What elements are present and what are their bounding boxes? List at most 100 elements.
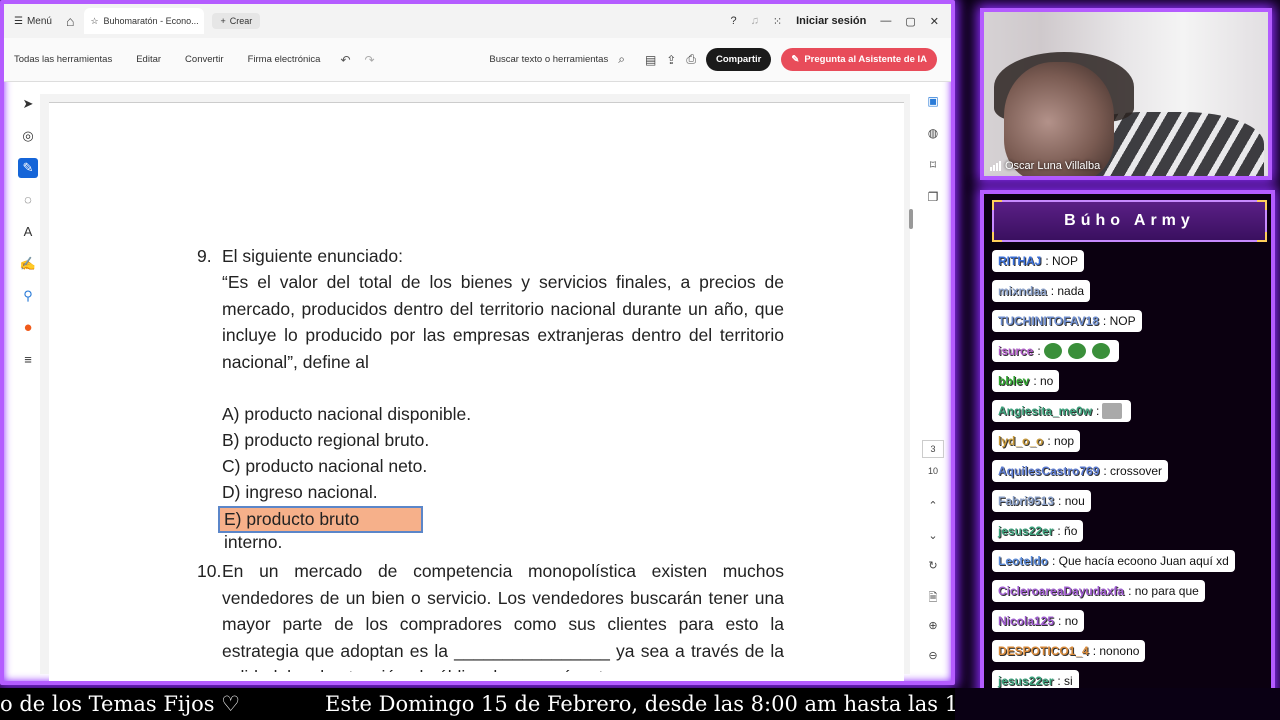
text-box-icon[interactable]: A <box>24 222 33 242</box>
menu-button[interactable]: ☰ Menú <box>14 16 52 27</box>
emote-icon <box>1067 343 1086 359</box>
chat-username[interactable]: Angiesita_me0w <box>998 404 1092 418</box>
option-c[interactable]: C) producto nacional neto. <box>222 456 427 477</box>
new-tab-label: Crear <box>229 16 253 26</box>
pdf-toolbar: Todas las herramientas Editar Convertir … <box>4 38 951 82</box>
chat-message: Leoteldo : Que hacía ecoono Juan aquí xd <box>992 550 1235 572</box>
pin-icon[interactable]: ⚲ <box>23 286 33 306</box>
apps-icon[interactable]: ⁙ <box>773 15 782 28</box>
question-10-number: 10. <box>197 561 222 581</box>
minimize-icon[interactable]: — <box>880 15 891 27</box>
window-close-icon[interactable]: ✕ <box>930 15 939 28</box>
pages-icon[interactable]: ❐ <box>928 190 939 210</box>
color-dot-icon[interactable]: ● <box>23 318 32 338</box>
chat-message: lyd_o_o: nop <box>992 430 1081 452</box>
signature-icon[interactable]: ✍ <box>20 254 36 274</box>
ai-assistant-button[interactable]: ✎ Pregunta al Asistente de IA <box>781 48 937 71</box>
bookmark-icon[interactable]: ⌑ <box>930 158 936 178</box>
chat-text: : si <box>1057 674 1073 688</box>
chat-username[interactable]: isurce <box>998 344 1033 358</box>
ticker-right-bg <box>955 688 1280 720</box>
chat-username[interactable]: AquilesCastro769 <box>998 464 1099 478</box>
ticker-text-left: o de los Temas Fijos ♡ <box>0 692 241 716</box>
chat-text: : NOP <box>1102 314 1136 328</box>
redo-icon[interactable]: ↷ <box>365 53 375 67</box>
cursor-icon[interactable]: ➤ <box>23 94 34 114</box>
vertical-scrollbar[interactable] <box>909 209 913 229</box>
chat-message: mixndaa: nada <box>992 280 1091 302</box>
share-button[interactable]: Compartir <box>705 48 772 71</box>
left-tool-rail: ➤ ◎ ✎ ◌ A ✍ ⚲ ● ≡ <box>16 94 40 399</box>
upload-icon[interactable]: ⇪ <box>666 53 676 67</box>
ticker-text-right: Este Domingo 15 de Febrero, desde las 8:… <box>325 692 955 716</box>
option-e-highlighted[interactable]: E) producto bruto interno. <box>218 506 423 552</box>
webcam-frame: Oscar Luna Villalba <box>980 8 1272 180</box>
tab-document[interactable]: ☆ Buhomaratón - Econo... ✕ <box>84 8 205 34</box>
chat-username[interactable]: Nicola125 <box>998 614 1054 628</box>
chat-username[interactable]: jesus22er <box>998 524 1053 538</box>
print-icon[interactable]: ⎙ <box>686 52 696 67</box>
browser-titlebar: ☰ Menú ⌂ ☆ Buhomaratón - Econo... ✕ + Cr… <box>4 4 951 38</box>
toolbar-convert[interactable]: Convertir <box>185 54 224 65</box>
comment-icon[interactable]: ◎ <box>22 126 33 146</box>
chat-text: : nada <box>1050 284 1085 298</box>
chat-text: : no <box>1058 614 1079 628</box>
corner-deco <box>992 232 1002 242</box>
star-icon: ☆ <box>90 15 99 26</box>
help-icon[interactable]: ? <box>730 15 736 27</box>
chat-text: : nonono <box>1092 644 1140 658</box>
chat-username[interactable]: TUCHINITOFAV18 <box>998 314 1099 328</box>
chat-username[interactable]: DESPOTICO1_4 <box>998 644 1089 658</box>
screen-share-frame: ☰ Menú ⌂ ☆ Buhomaratón - Econo... ✕ + Cr… <box>0 0 955 685</box>
toolbar-edit[interactable]: Editar <box>136 54 161 65</box>
chat-username[interactable]: mixndaa <box>998 284 1047 298</box>
corner-deco <box>1257 232 1267 242</box>
chevron-down-icon[interactable]: ⌄ <box>928 529 937 549</box>
webcam-name-tag: Oscar Luna Villalba <box>990 160 1100 172</box>
close-icon[interactable]: ✕ <box>204 16 205 27</box>
chat-text: : Que hacía ecoono Juan aquí xd <box>1052 554 1229 568</box>
pen-icon[interactable]: ✎ <box>18 158 38 178</box>
chat-username[interactable]: lyd_o_o <box>998 434 1043 448</box>
new-tab-button[interactable]: + Crear <box>212 13 261 29</box>
chat-username[interactable]: Fabri9513 <box>998 494 1054 508</box>
chat-username[interactable]: RITHAJ <box>998 254 1041 268</box>
chat-message: CicleroareaDayudaxfa: no para que <box>992 580 1205 602</box>
more-menu-icon[interactable]: ≡ <box>24 350 32 370</box>
total-pages: 10 <box>927 466 938 476</box>
right-tool-rail: ▣ ◍ ⌑ ❐ <box>922 94 944 210</box>
zoom-in-icon[interactable]: ⊕ <box>928 619 937 639</box>
option-b[interactable]: B) producto regional bruto. <box>222 430 429 451</box>
sign-in-button[interactable]: Iniciar sesión <box>796 15 866 27</box>
search-icon[interactable]: ⌕ <box>618 52 625 67</box>
current-page[interactable]: 3 <box>922 440 944 458</box>
chat-message: isurce: <box>992 340 1119 362</box>
toolbar-esign[interactable]: Firma electrónica <box>248 54 321 65</box>
refresh-icon[interactable]: ↻ <box>928 559 937 579</box>
save-icon[interactable]: ▤ <box>645 53 656 67</box>
corner-deco <box>1257 200 1267 210</box>
maximize-icon[interactable]: ▢ <box>905 15 915 28</box>
comments-icon[interactable]: ◍ <box>928 126 938 146</box>
plus-icon: + <box>220 16 226 26</box>
chat-username[interactable]: bblev <box>998 374 1029 388</box>
document-icon[interactable]: 🗎 <box>929 589 938 609</box>
lasso-icon[interactable]: ◌ <box>24 190 32 210</box>
undo-icon[interactable]: ↶ <box>340 53 350 67</box>
zoom-out-icon[interactable]: ⊖ <box>928 649 937 669</box>
chat-username[interactable]: CicleroareaDayudaxfa <box>998 584 1124 598</box>
chat-messages: RITHAJ : NOP mixndaa: nada TUCHINITOFAV18 : … <box>992 250 1235 692</box>
search-tools-label[interactable]: Buscar texto o herramientas <box>489 54 608 65</box>
emote-icon <box>1102 403 1123 419</box>
chat-title: Búho Army <box>992 200 1267 242</box>
chat-message: Nicola125 : no <box>992 610 1085 632</box>
bell-icon[interactable]: ♫ <box>751 15 759 27</box>
ai-summary-icon[interactable]: ▣ <box>927 94 938 114</box>
toolbar-all-tools[interactable]: Todas las herramientas <box>14 54 112 65</box>
option-a[interactable]: A) producto nacional disponible. <box>222 404 471 425</box>
chat-username[interactable]: Leoteldo <box>998 554 1048 568</box>
chevron-up-icon[interactable]: ⌃ <box>928 499 937 519</box>
home-icon[interactable]: ⌂ <box>66 13 74 29</box>
option-d[interactable]: D) ingreso nacional. <box>222 482 378 503</box>
chat-username[interactable]: jesus22er <box>998 674 1053 688</box>
